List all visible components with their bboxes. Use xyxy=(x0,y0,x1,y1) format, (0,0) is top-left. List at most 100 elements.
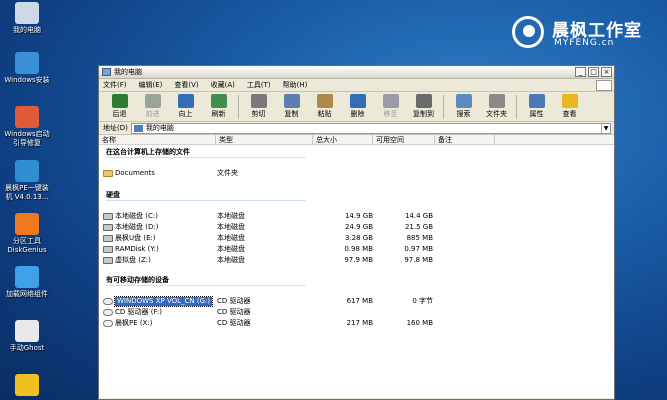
explorer-window: 我的电脑 _ □ × 文件(F) 编辑(E) 查看(V) 收藏(A) 工具(T)… xyxy=(98,65,615,400)
column-comment[interactable]: 备注 xyxy=(435,135,495,144)
column-name[interactable]: 名称 xyxy=(99,135,216,144)
menu-favorites[interactable]: 收藏(A) xyxy=(211,80,235,90)
desktop-icon-network[interactable]: 加载网络组件 xyxy=(0,266,54,299)
column-type[interactable]: 类型 xyxy=(216,135,313,144)
item-name: WINDOWS XP VOL_CN (G:) xyxy=(113,296,214,307)
item-name: 虚拟盘 (Z:) xyxy=(115,256,151,264)
file-list: 名称 类型 总大小 可用空间 备注 在这台计算机上存储的文件 Documents 文… xyxy=(99,135,614,398)
keys-icon xyxy=(15,374,39,396)
item-free-space: 0 字节 xyxy=(412,297,433,305)
folders-icon xyxy=(488,94,505,108)
list-item[interactable]: CD 驱动器 (F:) CD 驱动器 xyxy=(99,308,479,317)
toolbar-button-refresh[interactable]: 刷新 xyxy=(202,94,235,119)
toolbar-button-label: 文件夹 xyxy=(486,110,507,118)
window-title: 我的电脑 xyxy=(114,68,142,76)
refresh-icon xyxy=(210,94,227,108)
address-bar: 地址(D) 我的电脑 ▼ xyxy=(99,122,614,135)
folder-icon xyxy=(103,170,113,177)
item-name: Documents xyxy=(115,169,155,177)
toolbar-button-copy-to[interactable]: 复制到 xyxy=(407,94,440,119)
toolbar-button-properties[interactable]: 属性 xyxy=(520,94,553,119)
maximize-button[interactable]: □ xyxy=(588,67,599,77)
desktop-icon-my-computer[interactable]: 我的电脑 xyxy=(0,2,54,35)
toolbar-button-label: 复制到 xyxy=(413,110,434,118)
minimize-button[interactable]: _ xyxy=(575,67,586,77)
item-name: 本地磁盘 (C:) xyxy=(115,212,158,220)
list-item[interactable]: 晨枫U盘 (E:) 本地磁盘 3.28 GB 885 MB xyxy=(99,234,479,243)
disk-icon xyxy=(103,213,113,220)
item-type: CD 驱动器 xyxy=(217,297,251,305)
menu-edit[interactable]: 编辑(E) xyxy=(139,80,163,90)
list-item[interactable]: 晨枫PE (X:) CD 驱动器 217 MB 160 MB xyxy=(99,319,479,328)
toolbar-button-cut[interactable]: 剪切 xyxy=(242,94,275,119)
desktop-icon-label: 晨枫PE一键装 机 V4.0.13... xyxy=(5,184,49,201)
properties-icon xyxy=(528,94,545,108)
diskgenius-icon xyxy=(15,213,39,235)
disk-icon xyxy=(103,257,113,264)
toolbar-button-forward: 前进 xyxy=(136,94,169,119)
toolbar-button-folders[interactable]: 文件夹 xyxy=(480,94,513,119)
list-item[interactable]: 虚拟盘 (Z:) 本地磁盘 97.9 MB 97.8 MB xyxy=(99,256,479,265)
desktop-icon-label: Windows安装 xyxy=(4,76,50,84)
address-input[interactable]: 我的电脑 ▼ xyxy=(130,122,611,134)
network-icon xyxy=(15,266,39,288)
toolbar-button-label: 粘贴 xyxy=(317,110,332,118)
toolbar-button-back[interactable]: 后退 xyxy=(103,94,136,119)
title-bar[interactable]: 我的电脑 _ □ × xyxy=(99,66,614,79)
list-item[interactable]: Documents 文件夹 xyxy=(99,169,479,178)
menu-file[interactable]: 文件(F) xyxy=(103,80,127,90)
toolbar-button-delete[interactable]: 删除 xyxy=(341,94,374,119)
toolbar-button-search[interactable]: 搜索 xyxy=(447,94,480,119)
ghost-icon xyxy=(15,320,39,342)
list-item[interactable]: RAMDisk (Y:) 本地磁盘 0.98 MB 0.97 MB xyxy=(99,245,479,254)
toolbar-button-label: 搜索 xyxy=(456,110,471,118)
menu-tools[interactable]: 工具(T) xyxy=(247,80,271,90)
group-divider xyxy=(106,285,306,286)
desktop-icon-keys[interactable] xyxy=(0,374,54,398)
item-name: 本地磁盘 (D:) xyxy=(115,223,159,231)
desktop-icon-ghost[interactable]: 手动Ghost xyxy=(0,320,54,353)
delete-icon xyxy=(349,94,366,108)
item-free-space: 0.97 MB xyxy=(404,245,433,253)
desktop-icon-diskgenius[interactable]: 分区工具 DiskGenius xyxy=(0,213,54,255)
forward-icon xyxy=(144,94,161,108)
toolbar-button-paste[interactable]: 粘贴 xyxy=(308,94,341,119)
address-value: 我的电脑 xyxy=(145,124,174,132)
desktop-icon-windows-setup[interactable]: Windows安装 xyxy=(0,52,54,85)
toolbar-separator xyxy=(238,95,239,119)
item-type: 本地磁盘 xyxy=(217,223,245,231)
disk-icon xyxy=(103,235,113,242)
item-type: 本地磁盘 xyxy=(217,212,245,220)
views-icon xyxy=(561,94,578,108)
desktop-icon-boot-repair[interactable]: Windows启动 引导修复 xyxy=(0,106,54,148)
item-type: 本地磁盘 xyxy=(217,245,245,253)
item-type: 本地磁盘 xyxy=(217,234,245,242)
item-free-space: 160 MB xyxy=(406,319,433,327)
menu-view[interactable]: 查看(V) xyxy=(174,80,198,90)
item-free-space: 14.4 GB xyxy=(404,212,433,220)
item-name: CD 驱动器 (F:) xyxy=(115,308,163,316)
desktop-icon-installer[interactable]: 晨枫PE一键装 机 V4.0.13... xyxy=(0,160,54,202)
toolbar-button-label: 剪切 xyxy=(251,110,266,118)
list-item[interactable]: 本地磁盘 (D:) 本地磁盘 24.9 GB 21.5 GB xyxy=(99,223,479,232)
menu-help[interactable]: 帮助(H) xyxy=(283,80,308,90)
address-label: 地址(D) xyxy=(103,124,128,132)
column-total-size[interactable]: 总大小 xyxy=(313,135,373,144)
list-item[interactable]: 本地磁盘 (C:) 本地磁盘 14.9 GB 14.4 GB xyxy=(99,212,479,221)
chevron-down-icon[interactable]: ▼ xyxy=(601,123,610,133)
copy-icon xyxy=(283,94,300,108)
close-button[interactable]: × xyxy=(601,67,612,77)
column-header: 名称 类型 总大小 可用空间 备注 xyxy=(99,135,614,145)
toolbar-button-copy[interactable]: 复制 xyxy=(275,94,308,119)
desktop-icon-label: 手动Ghost xyxy=(9,344,45,352)
toolbar-button-up[interactable]: 向上 xyxy=(169,94,202,119)
toolbar-button-label: 查看 xyxy=(562,110,577,118)
move-icon xyxy=(382,94,399,108)
column-free-space[interactable]: 可用空间 xyxy=(373,135,435,144)
item-total-size: 617 MB xyxy=(346,297,373,305)
list-item[interactable]: WINDOWS XP VOL_CN (G:) CD 驱动器 617 MB 0 字节 xyxy=(99,296,479,307)
search-icon xyxy=(455,94,472,108)
toolbar-button-views[interactable]: 查看 xyxy=(553,94,586,119)
item-type: 文件夹 xyxy=(217,169,238,177)
item-type: 本地磁盘 xyxy=(217,256,245,264)
